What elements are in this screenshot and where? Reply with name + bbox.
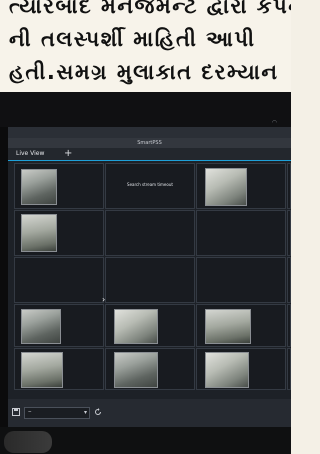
camera-tile[interactable] [196, 257, 286, 303]
camera-tile[interactable] [287, 348, 291, 390]
camera-feed [205, 309, 251, 344]
camera-feed [205, 168, 247, 206]
camera-tile[interactable] [287, 210, 291, 256]
mouse-cursor-icon: › [102, 295, 106, 304]
stream-timeout-label: Search stream timeout [127, 182, 173, 187]
monitor-bezel-bottom [0, 427, 291, 454]
camera-tile[interactable] [14, 257, 104, 303]
camera-tile[interactable] [196, 304, 286, 347]
camera-grid: Search stream timeout [14, 163, 291, 390]
camera-feed [21, 169, 57, 205]
camera-tile[interactable] [14, 348, 104, 390]
camera-feed [21, 352, 63, 388]
app-title: SmartPSS [137, 140, 162, 146]
camera-tile[interactable] [287, 257, 291, 303]
wifi-icon: ◠ [271, 119, 277, 126]
layout-select[interactable]: – ▾ [24, 407, 90, 419]
article-line-2: ની તલસ્પર્શી માહિતી આપી [9, 27, 256, 51]
camera-tile[interactable] [105, 257, 195, 303]
status-bar [8, 127, 291, 138]
article-line-3: હતી.સમગ્ર મુલાકાત દરમ્યાન [9, 60, 279, 84]
camera-tile[interactable]: Search stream timeout [105, 163, 195, 209]
camera-tile[interactable] [196, 210, 286, 256]
camera-tile[interactable] [196, 163, 286, 209]
camera-tile[interactable] [14, 163, 104, 209]
camera-tile[interactable] [196, 348, 286, 390]
camera-feed [21, 214, 57, 252]
save-icon[interactable] [12, 408, 20, 416]
camera-feed [21, 309, 61, 344]
camera-tile[interactable] [105, 348, 195, 390]
camera-tile[interactable] [105, 304, 195, 347]
camera-tile[interactable] [287, 304, 291, 347]
tab-live-view[interactable]: Live View [16, 148, 44, 160]
article-line-1: ત્યારબાદ મેનેજમેન્ટ દ્વારા કંપની [9, 0, 291, 18]
camera-feed [114, 309, 158, 344]
tab-bar: Live View + [8, 148, 291, 161]
camera-feed [114, 352, 158, 388]
camera-feed [205, 352, 249, 388]
app-titlebar: SmartPSS [8, 138, 291, 148]
monitor-photo: ◠ SmartPSS Live View + Search stream tim… [0, 92, 291, 454]
camera-tile[interactable] [14, 304, 104, 347]
chevron-down-icon: ▾ [83, 409, 87, 416]
add-tab-button[interactable]: + [64, 148, 72, 160]
select-dash: – [28, 407, 32, 415]
monitor-bezel-top: ◠ [0, 92, 291, 127]
newspaper-article: ત્યારબાદ મેનેજમેન્ટ દ્વારા કંપની ની તલસ્… [0, 0, 291, 92]
smartpss-screen: SmartPSS Live View + Search stream timeo… [8, 127, 291, 427]
camera-tile[interactable] [14, 210, 104, 256]
bottom-toolbar: – ▾ [8, 399, 291, 427]
hand-shadow [4, 431, 52, 453]
camera-tile[interactable] [287, 163, 291, 209]
refresh-icon[interactable] [94, 408, 102, 416]
camera-tile[interactable] [105, 210, 195, 256]
